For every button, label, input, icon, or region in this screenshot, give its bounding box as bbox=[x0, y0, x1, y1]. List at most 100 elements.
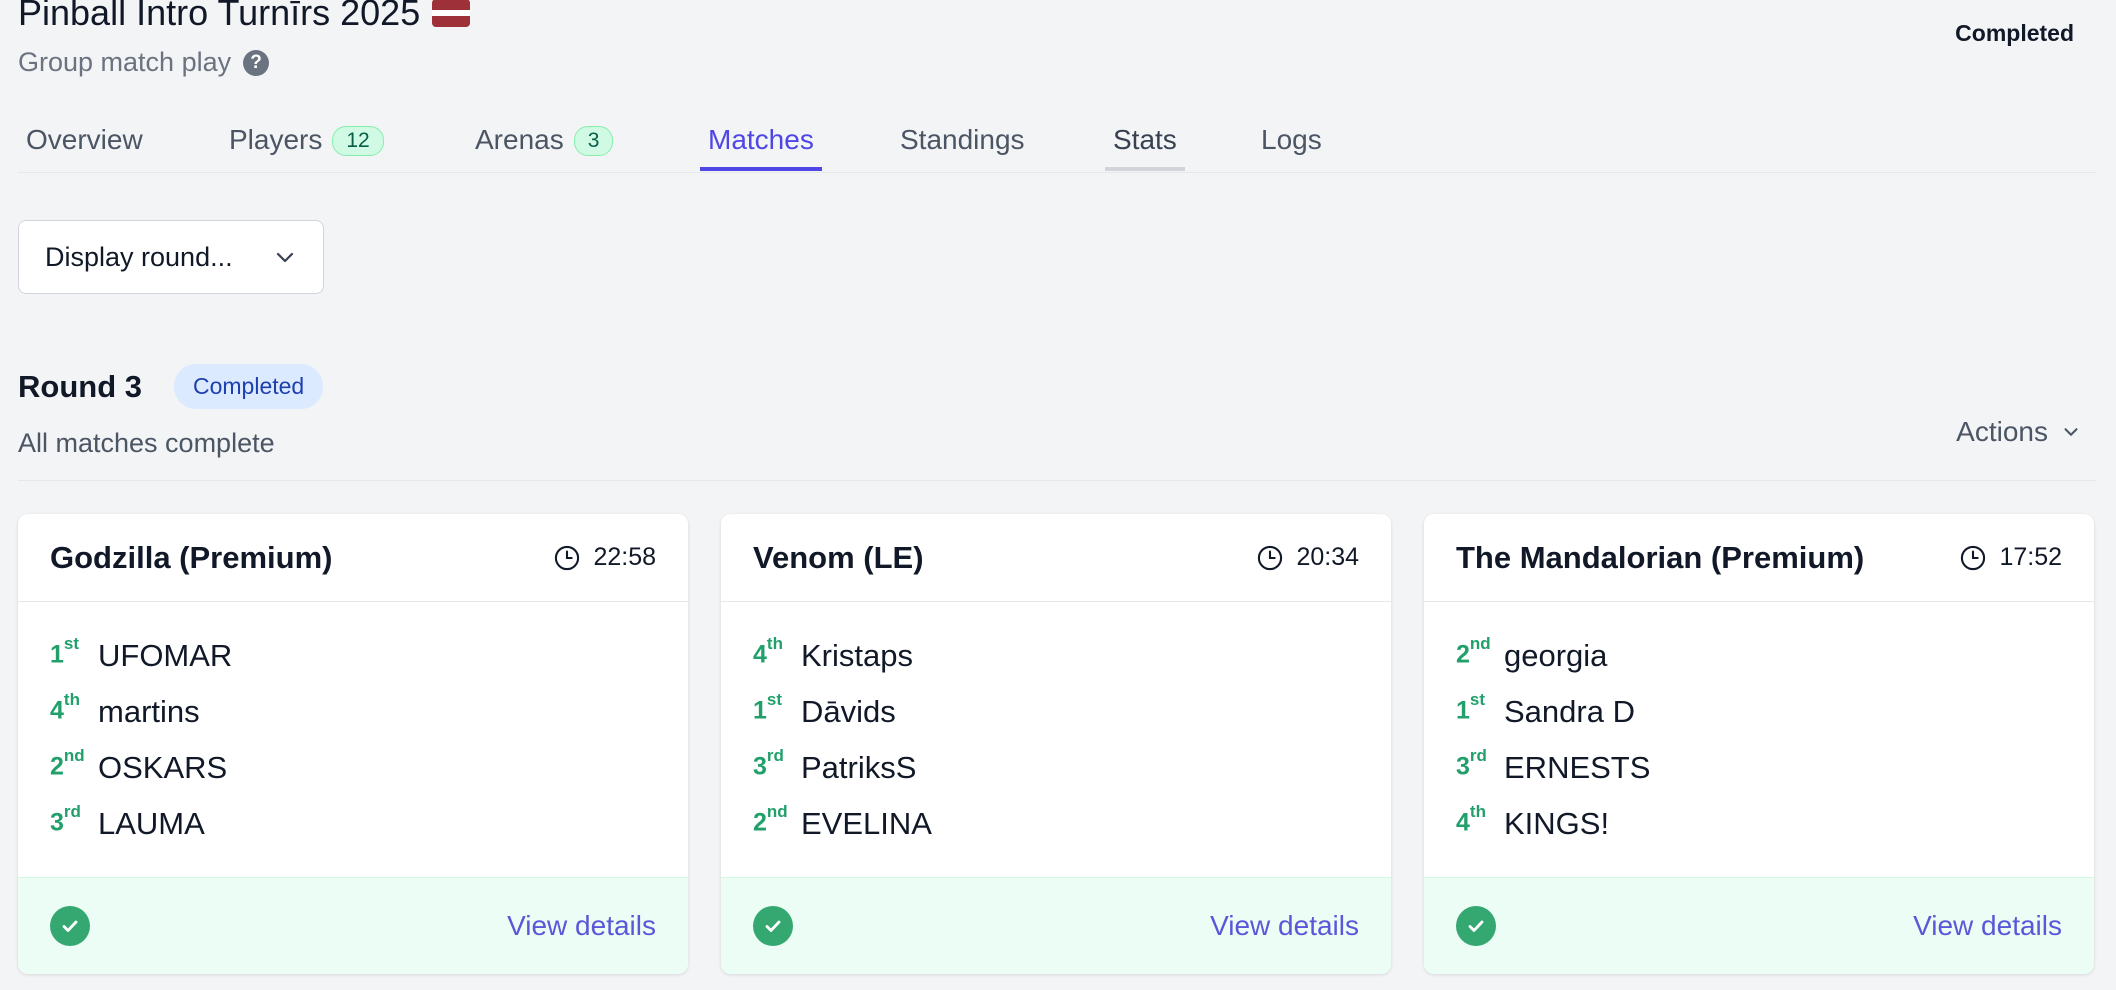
tab-stats[interactable]: Stats bbox=[1105, 112, 1185, 171]
arena-name: The Mandalorian (Premium) bbox=[1456, 539, 1865, 575]
player-row: 4th KINGS! bbox=[1456, 796, 2062, 852]
player-name: Kristaps bbox=[801, 638, 913, 673]
match-card-footer: View details bbox=[721, 877, 1391, 974]
clock-icon bbox=[1961, 545, 1986, 570]
match-card-header: Godzilla (Premium) 22:58 bbox=[18, 514, 688, 602]
latvia-flag-icon bbox=[432, 0, 471, 27]
player-position: 4th bbox=[50, 690, 80, 725]
view-details-link[interactable]: View details bbox=[1913, 910, 2062, 942]
player-name: LAUMA bbox=[98, 806, 205, 841]
tab-players[interactable]: Players 12 bbox=[221, 112, 392, 171]
player-name: martins bbox=[98, 694, 200, 729]
tab-standings[interactable]: Standings bbox=[892, 112, 1033, 171]
check-circle-icon bbox=[753, 906, 793, 946]
tab-label: Stats bbox=[1113, 124, 1177, 155]
tab-label: Logs bbox=[1261, 124, 1322, 155]
player-row: 3rd LAUMA bbox=[50, 796, 656, 852]
player-position: 1st bbox=[50, 634, 80, 669]
tab-bar: Overview Players 12 Arenas 3 Matches Stand… bbox=[18, 112, 2096, 173]
arena-name: Godzilla (Premium) bbox=[50, 539, 333, 575]
player-position: 2nd bbox=[753, 802, 788, 837]
player-position: 1st bbox=[753, 690, 783, 725]
tab-label: Overview bbox=[26, 124, 143, 155]
player-position: 4th bbox=[1456, 802, 1486, 837]
tab-matches[interactable]: Matches bbox=[700, 112, 822, 171]
tab-arenas[interactable]: Arenas 3 bbox=[467, 112, 621, 171]
players-count-badge: 12 bbox=[332, 126, 384, 156]
match-card: Godzilla (Premium) 22:58 1st UFOMAR 4th ma… bbox=[18, 514, 688, 974]
player-row: 4th Kristaps bbox=[753, 628, 1359, 684]
player-position: 2nd bbox=[50, 746, 85, 781]
player-row: 3rd ERNESTS bbox=[1456, 740, 2062, 796]
match-card-footer: View details bbox=[18, 877, 688, 974]
player-name: UFOMAR bbox=[98, 638, 233, 673]
player-position: 4th bbox=[753, 634, 783, 669]
arenas-count-badge: 3 bbox=[573, 126, 614, 156]
player-row: 2nd georgia bbox=[1456, 628, 2062, 684]
player-name: ERNESTS bbox=[1504, 750, 1651, 785]
player-name: KINGS! bbox=[1504, 806, 1610, 841]
tournament-status: Completed bbox=[1955, 20, 2074, 46]
round-subtitle: All matches complete bbox=[18, 428, 275, 458]
player-row: 1st Dāvids bbox=[753, 684, 1359, 740]
check-circle-icon bbox=[1456, 906, 1496, 946]
player-name: PatriksS bbox=[801, 750, 917, 785]
view-details-link[interactable]: View details bbox=[507, 910, 656, 942]
player-name: OSKARS bbox=[98, 750, 228, 785]
player-list: 2nd georgia 1st Sandra D 3rd ERNESTS 4th KIN… bbox=[1424, 602, 2094, 852]
arena-name: Venom (LE) bbox=[753, 539, 924, 575]
check-circle-icon bbox=[50, 906, 90, 946]
player-row: 1st UFOMAR bbox=[50, 628, 656, 684]
clock-icon bbox=[1258, 545, 1283, 570]
match-card: Venom (LE) 20:34 4th Kristaps 1st Dāvids 3… bbox=[721, 514, 1391, 974]
player-position: 3rd bbox=[753, 746, 784, 781]
tab-label: Matches bbox=[708, 124, 814, 155]
player-name: georgia bbox=[1504, 638, 1608, 673]
match-card-header: Venom (LE) 20:34 bbox=[721, 514, 1391, 602]
match-duration: 22:58 bbox=[553, 543, 656, 572]
chevron-down-icon bbox=[276, 252, 294, 263]
tab-overview[interactable]: Overview bbox=[18, 112, 151, 171]
match-time: 22:58 bbox=[593, 543, 656, 571]
player-row: 2nd EVELINA bbox=[753, 796, 1359, 852]
clock-icon bbox=[555, 545, 580, 570]
player-name: EVELINA bbox=[801, 806, 932, 841]
player-position: 3rd bbox=[50, 802, 81, 837]
player-position: 2nd bbox=[1456, 634, 1491, 669]
player-row: 3rd PatriksS bbox=[753, 740, 1359, 796]
actions-menu-button[interactable]: Actions bbox=[1956, 416, 2082, 448]
round-status-badge: Completed bbox=[174, 364, 324, 409]
match-card: The Mandalorian (Premium) 17:52 2nd georg… bbox=[1424, 514, 2094, 974]
player-position: 3rd bbox=[1456, 746, 1487, 781]
divider bbox=[18, 480, 2096, 481]
match-duration: 20:34 bbox=[1256, 543, 1359, 572]
player-list: 4th Kristaps 1st Dāvids 3rd PatriksS 2nd EVE… bbox=[721, 602, 1391, 852]
tab-label: Arenas bbox=[475, 124, 564, 155]
player-list: 1st UFOMAR 4th martins 2nd OSKARS 3rd LAUMA bbox=[18, 602, 688, 852]
match-time: 17:52 bbox=[1999, 543, 2062, 571]
player-row: 2nd OSKARS bbox=[50, 740, 656, 796]
player-position: 1st bbox=[1456, 690, 1486, 725]
match-time: 20:34 bbox=[1296, 543, 1359, 571]
player-row: 4th martins bbox=[50, 684, 656, 740]
tab-label: Standings bbox=[900, 124, 1025, 155]
round-title: Round 3 bbox=[18, 368, 142, 404]
player-row: 1st Sandra D bbox=[1456, 684, 2062, 740]
round-select[interactable]: Display round... bbox=[18, 220, 324, 294]
round-select-value: Display round... bbox=[45, 241, 233, 272]
actions-label: Actions bbox=[1956, 416, 2048, 447]
player-name: Sandra D bbox=[1504, 694, 1635, 729]
round-header: Round 3 Completed bbox=[18, 364, 324, 409]
match-card-footer: View details bbox=[1424, 877, 2094, 974]
view-details-link[interactable]: View details bbox=[1210, 910, 1359, 942]
tournament-title-text: Pinball Intro Turnīrs 2025 bbox=[18, 0, 421, 33]
player-name: Dāvids bbox=[801, 694, 896, 729]
tab-label: Players bbox=[229, 124, 323, 155]
format-label: Group match play bbox=[18, 47, 232, 77]
help-icon[interactable]: ? bbox=[243, 49, 270, 76]
tournament-title: Pinball Intro Turnīrs 2025 bbox=[18, 0, 471, 34]
chevron-down-icon bbox=[2064, 428, 2078, 436]
match-duration: 17:52 bbox=[1959, 543, 2062, 572]
tab-logs[interactable]: Logs bbox=[1253, 112, 1330, 171]
match-card-header: The Mandalorian (Premium) 17:52 bbox=[1424, 514, 2094, 602]
